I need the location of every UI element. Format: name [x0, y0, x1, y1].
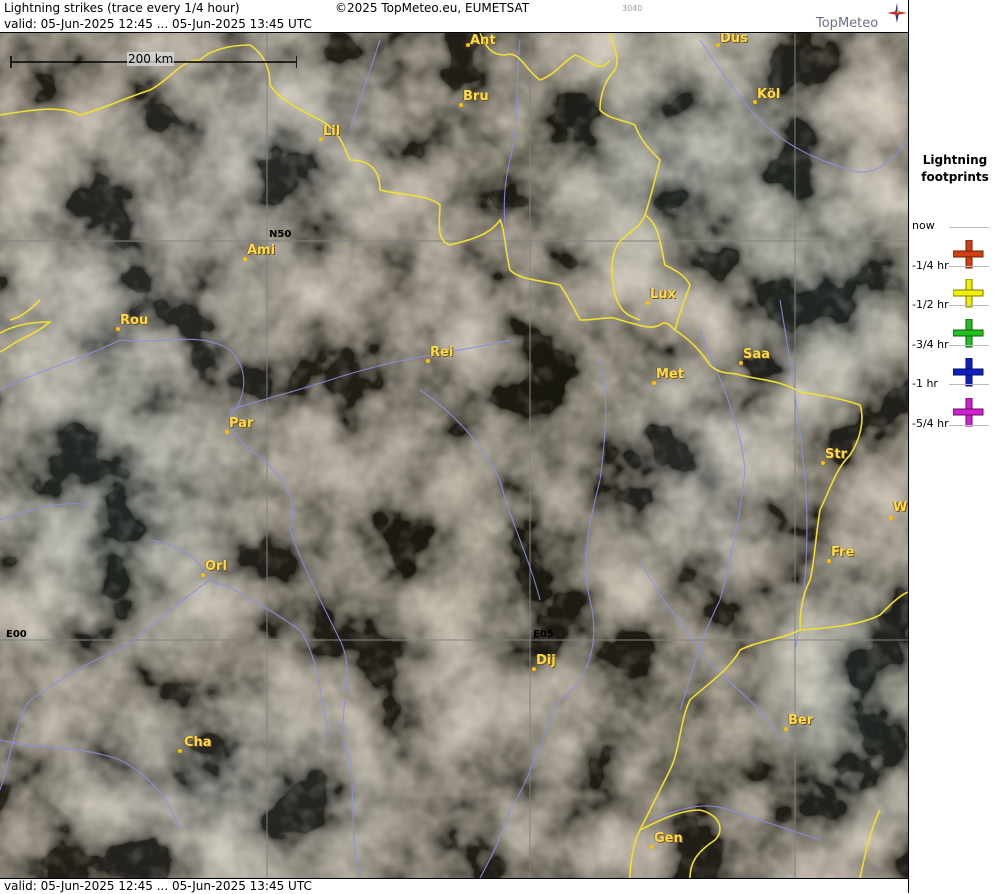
lightning-cross-icon [953, 319, 984, 348]
city-label[interactable]: Köl [757, 87, 780, 102]
city-label[interactable]: Ami [247, 243, 275, 258]
legend-row: -5/4 hr [909, 392, 1000, 430]
legend-row: -1/4 hr [909, 234, 1000, 272]
legend-label: -3/4 hr [912, 338, 949, 351]
footer-bar: valid: 05-Jun-2025 12:45 ... 05-Jun-2025… [0, 878, 908, 894]
satellite-map[interactable]: 200 km N50 E00 E05 Ant Düs Bru Köl Lil A… [0, 33, 908, 878]
city-label[interactable]: Düs [720, 33, 748, 46]
city-label[interactable]: Ant [470, 33, 496, 48]
city-label[interactable]: Rei [430, 345, 453, 360]
legend-label: -1 hr [912, 377, 938, 390]
legend-label: -1/2 hr [912, 298, 949, 311]
header-bar: Lightning strikes (trace every 1/4 hour)… [0, 0, 908, 33]
city-label[interactable]: Fre [831, 545, 854, 560]
city-label[interactable]: Lil [323, 124, 340, 139]
city-label[interactable]: Met [656, 367, 684, 382]
city-label[interactable]: Rou [120, 313, 148, 328]
logo-text: TopMeteo [816, 16, 879, 31]
city-label[interactable]: Par [229, 416, 253, 431]
city-label[interactable]: Bru [463, 89, 489, 104]
legend-row: -3/4 hr [909, 313, 1000, 351]
grid-label-n50: N50 [269, 229, 292, 240]
grid-label-e05: E05 [533, 629, 554, 640]
city-label[interactable]: Cha [184, 735, 212, 750]
legend-title: Lightning footprints [909, 152, 1000, 186]
map-title: Lightning strikes (trace every 1/4 hour) [4, 1, 240, 15]
topmeteo-logo[interactable]: TopMeteo [816, 16, 878, 31]
product-id: 3040 [622, 4, 643, 13]
city-label[interactable]: Str [825, 447, 847, 462]
legend-label: -5/4 hr [912, 417, 949, 430]
city-label[interactable]: Gen [654, 831, 683, 846]
city-label[interactable]: Ber [788, 713, 813, 728]
copyright-text: ©2025 TopMeteo.eu, EUMETSAT [335, 1, 530, 15]
grid-label-e00: E00 [6, 629, 27, 640]
legend-panel: Lightning footprints now -1/4 hr -1/2 hr… [908, 0, 1000, 893]
city-label[interactable]: Lux [650, 287, 676, 302]
legend-row-now: now [909, 215, 1000, 235]
scale-label: 200 km [127, 52, 175, 66]
lightning-cross-icon [953, 240, 984, 269]
legend-row: -1 hr [909, 352, 1000, 390]
city-label[interactable]: W [893, 500, 907, 515]
compass-logo-icon [887, 3, 907, 23]
lightning-cross-icon [953, 279, 984, 308]
legend-title-line2: footprints [921, 170, 989, 184]
legend-title-line1: Lightning [922, 153, 988, 167]
valid-time-footer: valid: 05-Jun-2025 12:45 ... 05-Jun-2025… [4, 879, 312, 893]
lightning-cross-icon [953, 358, 984, 387]
map-canvas [0, 33, 908, 878]
city-label[interactable]: Dij [536, 653, 556, 668]
legend-label: now [912, 219, 935, 232]
city-label[interactable]: Orl [205, 559, 227, 574]
valid-time-header: valid: 05-Jun-2025 12:45 ... 05-Jun-2025… [4, 17, 312, 31]
legend-label: -1/4 hr [912, 259, 949, 272]
legend-row: -1/2 hr [909, 273, 1000, 311]
city-label[interactable]: Saa [743, 347, 770, 362]
